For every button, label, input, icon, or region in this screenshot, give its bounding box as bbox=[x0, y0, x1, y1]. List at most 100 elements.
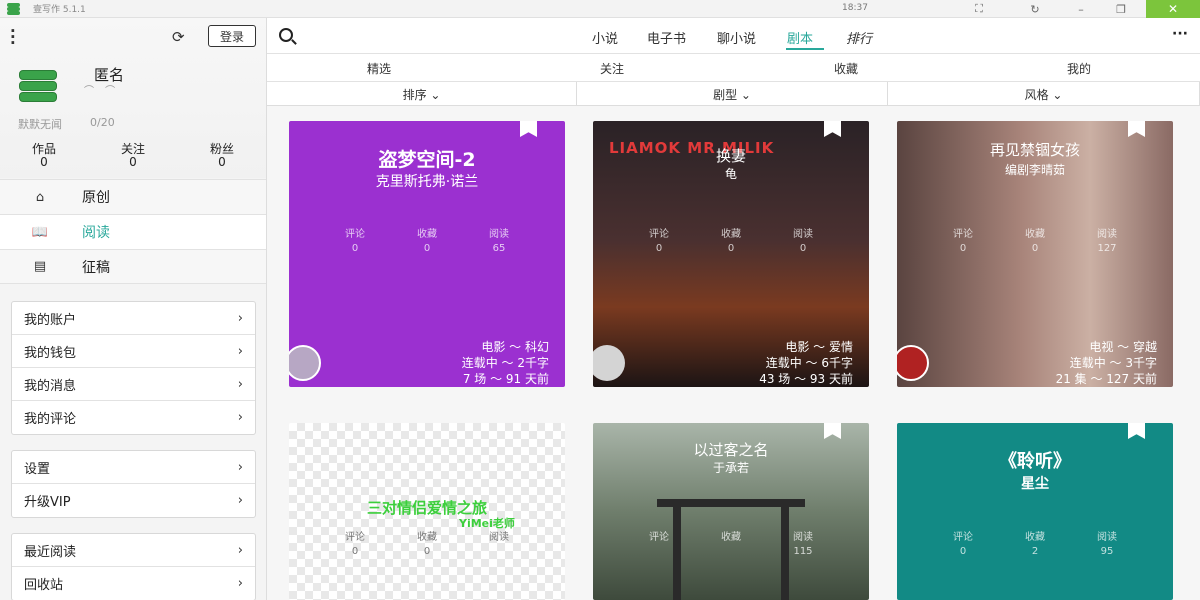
favorite-count: 0 bbox=[423, 546, 431, 557]
profile-panel: · · · ⟳ 登录 匿名 ⌒ ⌒ 默默无闻 0/20 作品 0 关注 0 粉丝 0 bbox=[0, 18, 266, 178]
author-avatar[interactable] bbox=[289, 345, 321, 381]
tab-ebook[interactable]: 电子书 bbox=[647, 28, 686, 47]
author-avatar[interactable] bbox=[897, 345, 929, 381]
stat-following[interactable]: 关注 0 bbox=[103, 142, 163, 168]
tab-novel[interactable]: 小说 bbox=[592, 28, 618, 47]
card-episodes: 43 场 ～ 93 天前 bbox=[759, 372, 853, 386]
menu-item-recycle-bin[interactable]: 回收站 › bbox=[12, 567, 255, 600]
avatar[interactable] bbox=[16, 66, 62, 106]
card-title: 盗梦空间-2 bbox=[378, 149, 476, 171]
user-motto[interactable]: 默默无闻 bbox=[18, 116, 62, 132]
stat-label: 收藏 bbox=[1025, 229, 1045, 240]
menu-item-label: 设置 bbox=[24, 461, 51, 477]
sidebar-item-label: 原创 bbox=[82, 190, 110, 206]
bookmark-icon[interactable] bbox=[824, 121, 841, 137]
sidebar-item-label: 征稿 bbox=[82, 259, 110, 276]
card-stats: 评论 0 收藏 0 阅读 0 bbox=[593, 228, 869, 256]
menu-item-messages[interactable]: 我的消息 › bbox=[12, 368, 255, 401]
birds-decoration-icon: ⌒ ⌒ bbox=[84, 86, 120, 97]
script-type-dropdown[interactable]: 剧型 ⌄ bbox=[577, 82, 888, 106]
more-vertical-icon[interactable]: · · · bbox=[10, 24, 16, 51]
card-title: 换妻 bbox=[715, 147, 746, 165]
screenshot-icon[interactable]: ⛶ bbox=[964, 0, 994, 18]
card-meta: 电视 ～ 穿越 连载中 ～ 3千字 21 集 ～ 127 天前 bbox=[1056, 339, 1157, 387]
main-content: 小说 电子书 聊小说 剧本 排行 ··· 精选 关注 收藏 我的 排序 ⌄ 剧型… bbox=[267, 18, 1200, 600]
menu-item-settings[interactable]: 设置 › bbox=[12, 451, 255, 484]
subtab-favorites[interactable]: 收藏 bbox=[834, 60, 858, 77]
menu-item-label: 我的评论 bbox=[24, 412, 77, 427]
stat-label: 收藏 bbox=[721, 532, 741, 543]
chevron-right-icon: › bbox=[237, 493, 243, 508]
home-icon: ⌂ bbox=[35, 189, 45, 205]
sidebar-item-original[interactable]: ⌂ 原创 bbox=[0, 179, 266, 214]
menu-item-comments[interactable]: 我的评论 › bbox=[12, 401, 255, 434]
menu-item-upgrade-vip[interactable]: 升级VIP › bbox=[12, 484, 255, 517]
card-author: 星尘 bbox=[1021, 476, 1049, 492]
comment-count: 0 bbox=[351, 243, 359, 254]
script-card[interactable]: 再见禁锢女孩 编剧李晴茹 评论 0 收藏 0 阅读 127 电视 ～ 穿越 连载中 ～… bbox=[897, 121, 1173, 387]
sidebar-item-submissions[interactable]: ▤ 征稿 bbox=[0, 249, 266, 284]
card-meta: 电影 ～ 爱情 连载中 ～ 6千字 43 场 ～ 93 天前 bbox=[759, 339, 853, 387]
cover-text: 三对情侣爱情之旅 bbox=[366, 499, 487, 517]
bookmark-icon[interactable] bbox=[824, 423, 841, 439]
menu-item-wallet[interactable]: 我的钱包 › bbox=[12, 335, 255, 368]
stat-label: 阅读 bbox=[793, 229, 813, 240]
sidebar-item-reading[interactable]: 📖 阅读 bbox=[0, 214, 266, 249]
chevron-right-icon: › bbox=[237, 576, 243, 591]
card-stats: 评论 0 收藏 0 阅读 127 bbox=[897, 228, 1173, 256]
card-progress: 连载中 ～ 3千字 bbox=[1069, 356, 1157, 370]
login-button[interactable]: 登录 bbox=[208, 25, 256, 47]
comment-count: 0 bbox=[959, 546, 967, 557]
refresh-icon[interactable]: ⟳ bbox=[172, 28, 185, 46]
stat-label: 收藏 bbox=[417, 229, 437, 240]
sidebar-item-label: 阅读 bbox=[82, 225, 110, 241]
stat-works[interactable]: 作品 0 bbox=[14, 142, 74, 168]
stat-label: 评论 bbox=[345, 532, 365, 543]
more-horizontal-icon[interactable]: ··· bbox=[1172, 26, 1188, 42]
stat-value: 0 bbox=[40, 155, 48, 169]
torii-gate-decoration bbox=[657, 499, 805, 507]
tab-chat-novel[interactable]: 聊小说 bbox=[717, 28, 756, 47]
subtab-featured[interactable]: 精选 bbox=[367, 60, 391, 77]
menu-item-account[interactable]: 我的账户 › bbox=[12, 302, 255, 335]
cover-subtitle: YiMei老师 bbox=[459, 517, 515, 530]
close-button[interactable]: ✕ bbox=[1146, 0, 1200, 18]
stat-label: 阅读 bbox=[489, 532, 509, 543]
stat-fans[interactable]: 粉丝 0 bbox=[192, 142, 252, 168]
menu-item-label: 我的钱包 bbox=[24, 345, 77, 361]
style-dropdown[interactable]: 风格 ⌄ bbox=[888, 82, 1200, 106]
torii-gate-decoration bbox=[673, 507, 681, 600]
chevron-right-icon: › bbox=[237, 310, 243, 326]
script-card[interactable]: 盗梦空间-2 克里斯托弗·诺兰 评论 0 收藏 0 阅读 65 电影 ～ 科幻 连载中… bbox=[289, 121, 565, 387]
bookmark-icon[interactable] bbox=[1128, 121, 1145, 137]
bookmark-icon[interactable] bbox=[520, 121, 537, 137]
bookmark-icon[interactable] bbox=[1128, 423, 1145, 439]
subtab-following[interactable]: 关注 bbox=[600, 60, 624, 77]
menu-item-recent-reading[interactable]: 最近阅读 › bbox=[12, 534, 255, 567]
stat-label: 阅读 bbox=[1097, 532, 1117, 543]
minimize-button[interactable]: – bbox=[1066, 0, 1096, 18]
restore-button[interactable]: ❐ bbox=[1106, 0, 1136, 18]
card-stats: 评论 收藏 阅读 115 bbox=[593, 531, 869, 559]
search-icon[interactable] bbox=[279, 28, 293, 42]
author-avatar[interactable] bbox=[593, 345, 625, 381]
tab-ranking[interactable]: 排行 bbox=[846, 28, 872, 47]
sort-dropdown[interactable]: 排序 ⌄ bbox=[267, 82, 577, 106]
subtab-mine[interactable]: 我的 bbox=[1067, 60, 1091, 77]
favorite-count: 2 bbox=[1031, 546, 1039, 557]
comment-count: 0 bbox=[655, 243, 663, 254]
torii-gate-decoration bbox=[781, 507, 789, 600]
stat-label: 评论 bbox=[649, 229, 669, 240]
read-count: 115 bbox=[793, 546, 813, 557]
card-stats: 评论 0 收藏 0 阅读 65 bbox=[289, 228, 565, 256]
reload-icon[interactable]: ↻ bbox=[1020, 0, 1050, 18]
read-count: 65 bbox=[492, 243, 506, 254]
tab-script[interactable]: 剧本 bbox=[787, 28, 813, 47]
card-meta: 电影 ～ 科幻 连载中 ～ 2千字 7 场 ～ 91 天前 bbox=[462, 339, 549, 387]
script-card[interactable]: 三对情侣爱情之旅 YiMei老师 评论 0 收藏 0 阅读 bbox=[289, 423, 565, 600]
script-card[interactable]: 《聆听》 星尘 评论 0 收藏 2 阅读 95 bbox=[897, 423, 1173, 600]
script-card[interactable]: 以过客之名 于承若 评论 收藏 阅读 115 bbox=[593, 423, 869, 600]
card-genre: 电影 ～ 科幻 bbox=[481, 340, 549, 354]
script-card[interactable]: LIAMOK MR MILIK 换妻 龟 评论 0 收藏 0 阅读 0 电影 ～ 爱情… bbox=[593, 121, 869, 387]
comment-count: 0 bbox=[959, 243, 967, 254]
